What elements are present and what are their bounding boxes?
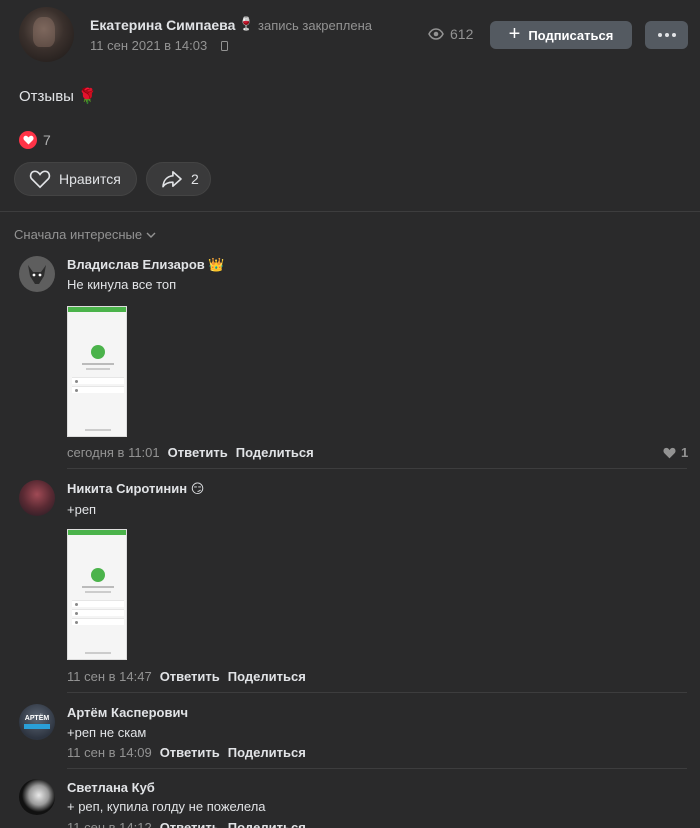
comment-meta: 11 сен в 14:47 Ответить Поделиться <box>67 669 306 684</box>
dot-icon <box>664 33 669 37</box>
comment-image-thumbnail[interactable] <box>67 306 127 437</box>
like-label: Нравится <box>59 171 121 187</box>
share-count: 2 <box>191 171 199 187</box>
views-counter: 612 <box>428 26 473 42</box>
mobile-icon <box>221 41 228 51</box>
comment-like-count: 1 <box>681 445 689 460</box>
eye-icon <box>428 28 444 40</box>
commenter-name[interactable]: Владислав Елизаров 👑 <box>67 257 225 273</box>
like-button[interactable]: Нравится <box>14 162 137 196</box>
plus-icon: + <box>508 23 521 45</box>
commenter-name[interactable]: Никита Сиротинин 😏 <box>67 481 204 497</box>
chevron-down-icon <box>146 232 156 238</box>
author-emoji: 🍷 <box>238 16 255 31</box>
post-header: Екатерина Симпаева 🍷 запись закреплена 1… <box>0 0 700 70</box>
author-name[interactable]: Екатерина Симпаева <box>90 17 235 33</box>
comment-time[interactable]: сегодня в 11:01 <box>67 445 160 460</box>
comment-like-button[interactable]: 1 <box>663 445 688 460</box>
heart-outline-icon <box>29 170 51 189</box>
subscribe-label: Подписаться <box>528 27 614 43</box>
sort-dropdown[interactable]: Сначала интересные <box>14 227 156 242</box>
comment-meta: 11 сен в 14:09 Ответить Поделиться <box>67 745 306 760</box>
views-count: 612 <box>450 26 474 42</box>
post-date[interactable]: 11 сен 2021 в 14:03 <box>90 38 207 53</box>
commenter-avatar[interactable]: АРТЁМ <box>19 704 55 740</box>
author-avatar[interactable] <box>19 7 74 62</box>
share-button[interactable]: 2 <box>146 162 211 196</box>
comment-separator <box>67 692 687 693</box>
comment-text: + реп, купила голду не пожелела <box>67 799 266 814</box>
divider <box>0 211 700 212</box>
dog-avatar-icon <box>28 265 46 284</box>
reply-button[interactable]: Ответить <box>160 745 220 760</box>
comment-time[interactable]: 11 сен в 14:12 <box>67 820 152 828</box>
comment-image-thumbnail[interactable] <box>67 529 127 660</box>
comment-separator <box>67 768 687 769</box>
comment-time[interactable]: 11 сен в 14:09 <box>67 745 152 760</box>
commenter-name-text: Владислав Елизаров <box>67 257 205 272</box>
more-options-button[interactable] <box>645 21 688 49</box>
heart-icon <box>663 447 676 458</box>
reactions-count: 7 <box>43 132 51 148</box>
commenter-avatar[interactable] <box>19 480 55 516</box>
share-comment-button[interactable]: Поделиться <box>228 669 306 684</box>
post-text: Отзывы 🌹 <box>19 88 97 105</box>
sort-label: Сначала интересные <box>14 227 143 242</box>
comment-text: +реп не скам <box>67 725 147 740</box>
check-circle-icon <box>91 345 105 359</box>
commenter-emoji: 👑 <box>208 257 225 272</box>
comment-meta: 11 сен в 14:12 Ответить Поделиться <box>67 820 306 828</box>
comment-text: Не кинула все топ <box>67 277 177 292</box>
subscribe-button[interactable]: + Подписаться <box>490 21 632 49</box>
share-arrow-icon <box>162 170 182 188</box>
commenter-emoji: 😏 <box>190 481 205 496</box>
comment-time[interactable]: 11 сен в 14:47 <box>67 669 152 684</box>
heart-reaction-icon <box>19 131 37 149</box>
share-comment-button[interactable]: Поделиться <box>228 745 306 760</box>
avatar-text: АРТЁМ <box>24 715 50 722</box>
dot-icon <box>657 33 662 37</box>
comment-text: +реп <box>67 502 97 517</box>
reactions-summary[interactable]: 7 <box>19 131 51 149</box>
dot-icon <box>671 33 676 37</box>
share-comment-button[interactable]: Поделиться <box>236 445 314 460</box>
commenter-avatar[interactable] <box>19 779 55 815</box>
comment-separator <box>67 468 687 469</box>
check-circle-icon <box>91 568 105 582</box>
reply-button[interactable]: Ответить <box>160 820 220 828</box>
commenter-name[interactable]: Артём Касперович <box>67 705 188 720</box>
commenter-name[interactable]: Светлана Куб <box>67 780 155 795</box>
commenter-name-text: Никита Сиротинин <box>67 481 188 496</box>
commenter-avatar[interactable] <box>19 256 55 292</box>
reply-button[interactable]: Ответить <box>168 445 228 460</box>
share-comment-button[interactable]: Поделиться <box>228 820 306 828</box>
pinned-label: запись закреплена <box>258 18 372 33</box>
reply-button[interactable]: Ответить <box>160 669 220 684</box>
comment-meta: сегодня в 11:01 Ответить Поделиться <box>67 445 314 460</box>
